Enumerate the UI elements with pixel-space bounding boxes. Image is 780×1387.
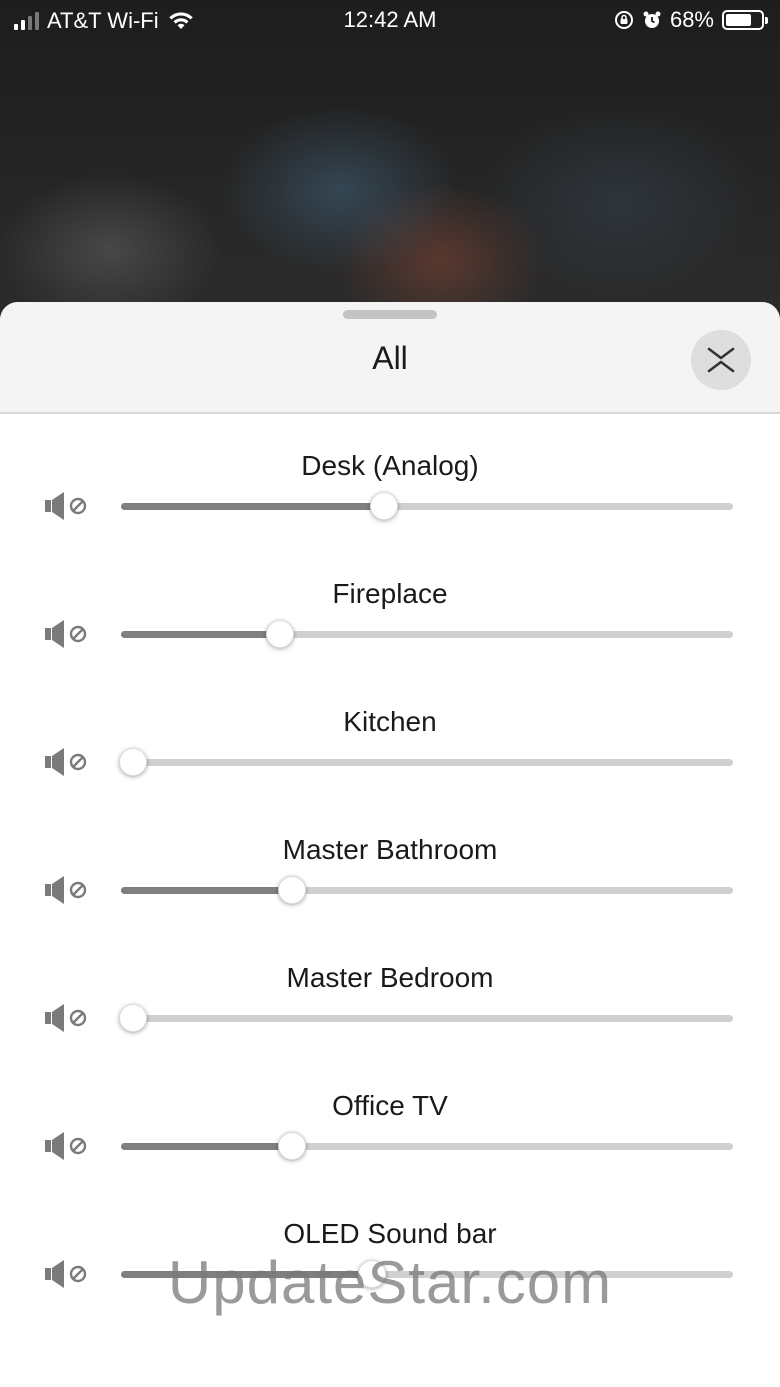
speaker-mute-icon[interactable] xyxy=(44,1130,90,1162)
room-row: Desk (Analog) xyxy=(0,450,780,578)
watermark: UpdateStar.com xyxy=(167,1249,613,1316)
volume-slider[interactable] xyxy=(121,1143,733,1150)
volume-slider-thumb[interactable] xyxy=(278,876,306,904)
speaker-mute-icon[interactable] xyxy=(44,490,90,522)
status-bar: AT&T Wi-Fi 12:42 AM 68% xyxy=(0,0,780,40)
volume-slider-fill xyxy=(121,631,280,638)
volume-slider-fill xyxy=(121,1143,292,1150)
room-row: Master Bathroom xyxy=(0,834,780,962)
speaker-mute-icon[interactable] xyxy=(44,1002,90,1034)
sheet-title: All xyxy=(372,340,408,376)
sheet-grabber[interactable] xyxy=(343,310,437,319)
room-row: Kitchen xyxy=(0,706,780,834)
room-name: Master Bedroom xyxy=(286,962,494,993)
volume-slider[interactable] xyxy=(121,1015,733,1022)
battery-percent: 68% xyxy=(669,7,714,32)
volume-slider-thumb[interactable] xyxy=(278,1132,306,1160)
room-name: OLED Sound bar xyxy=(283,1218,497,1249)
room-name: Office TV xyxy=(332,1090,448,1121)
room-name: Kitchen xyxy=(343,706,437,737)
volume-slider[interactable] xyxy=(121,759,733,766)
volume-slider[interactable] xyxy=(121,503,733,510)
blurred-backdrop xyxy=(0,0,780,330)
volume-slider[interactable] xyxy=(121,887,733,894)
sheet-header: All xyxy=(0,302,780,414)
alarm-icon xyxy=(643,11,661,28)
volume-slider-fill xyxy=(121,503,384,510)
room-name: Desk (Analog) xyxy=(301,450,479,481)
collapse-button[interactable] xyxy=(691,330,751,390)
battery-icon xyxy=(722,10,768,30)
room-name: Master Bathroom xyxy=(282,834,498,865)
chevrons-collapse-icon xyxy=(707,347,735,373)
room-row: Fireplace xyxy=(0,578,780,706)
speaker-mute-icon[interactable] xyxy=(44,746,90,778)
volume-slider-thumb[interactable] xyxy=(370,492,398,520)
speaker-mute-icon[interactable] xyxy=(44,874,90,906)
room-row: Office TV xyxy=(0,1090,780,1218)
volume-slider-thumb[interactable] xyxy=(119,748,147,776)
volume-slider[interactable] xyxy=(121,631,733,638)
volume-slider-thumb[interactable] xyxy=(119,1004,147,1032)
speaker-mute-icon[interactable] xyxy=(44,618,90,650)
volume-slider-thumb[interactable] xyxy=(266,620,294,648)
room-row: Master Bedroom xyxy=(0,962,780,1090)
rotation-lock-icon xyxy=(614,11,633,29)
volume-slider-fill xyxy=(121,887,292,894)
room-name: Fireplace xyxy=(332,578,448,609)
